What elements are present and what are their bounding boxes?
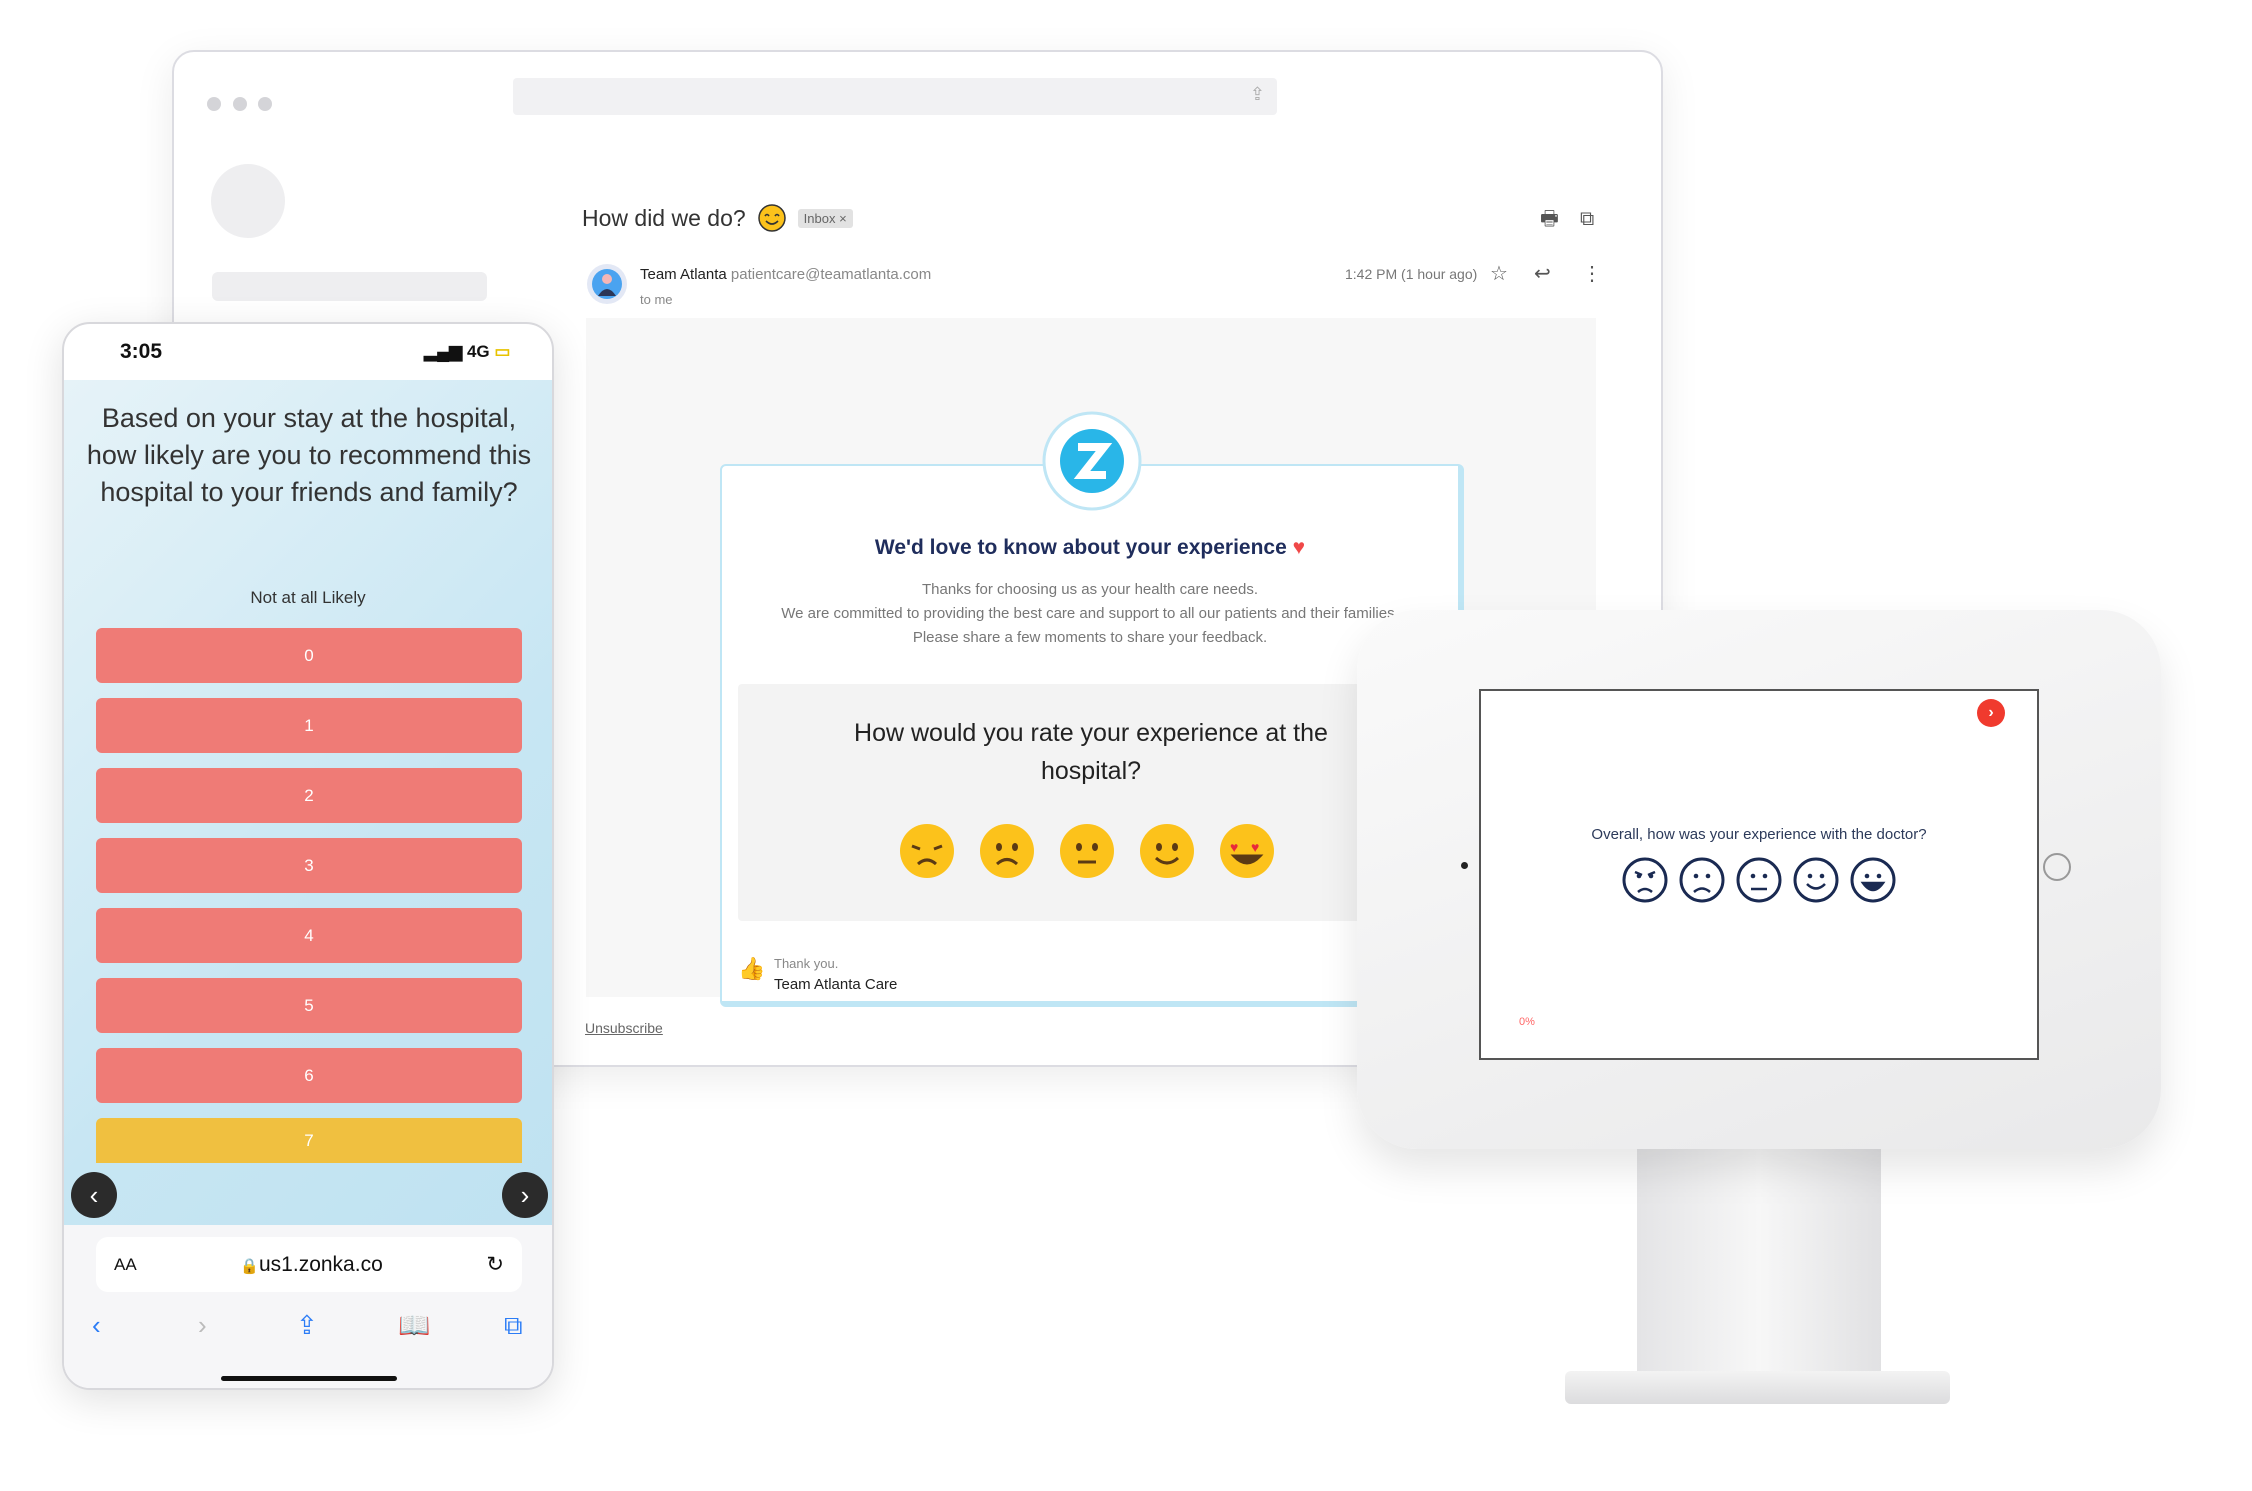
text-size-button[interactable]: AA	[114, 1255, 137, 1275]
nps-option-0[interactable]: 0	[96, 628, 522, 683]
emoji-rating: ♥ ♥	[898, 822, 1276, 880]
kiosk-next-button[interactable]: ›	[1977, 699, 2005, 727]
thumbs-up-icon: 👍	[738, 956, 766, 981]
kiosk-tablet: › Overall, how was your experience with …	[1357, 610, 2161, 1149]
signature: Team Atlanta Care	[774, 976, 898, 993]
previous-button[interactable]: ‹	[71, 1172, 117, 1218]
status-indicators: ▂▄▆ 4G ▭	[424, 342, 511, 361]
kiosk-stand	[1637, 1149, 1881, 1374]
nps-option-1[interactable]: 1	[96, 698, 522, 753]
face-sad-icon[interactable]	[1678, 856, 1726, 904]
browser-toolbar: AA 🔒us1.zonka.co ↻ ‹ › ⇪ 📖 ⧉	[64, 1225, 552, 1388]
address-bar[interactable]: ⇪	[513, 78, 1277, 115]
print-icon[interactable]: 🖶	[1540, 209, 1559, 229]
home-button[interactable]	[2043, 853, 2071, 881]
survey-card: We'd love to know about your experience …	[720, 464, 1464, 1007]
url-field[interactable]: AA 🔒us1.zonka.co ↻	[96, 1237, 522, 1292]
progress-label: 0%	[1519, 1016, 1535, 1028]
lock-icon: 🔒	[240, 1257, 259, 1275]
sender-avatar	[587, 264, 627, 304]
email-subject: How did we do? Inbox ×	[582, 204, 853, 232]
tabs-icon[interactable]: ⧉	[504, 1310, 523, 1342]
reload-icon[interactable]: ↻	[486, 1252, 504, 1277]
url: 🔒us1.zonka.co	[240, 1252, 383, 1276]
face-angry-icon[interactable]	[1621, 856, 1669, 904]
timestamp: 1:42 PM (1 hour ago)	[1345, 266, 1478, 282]
inbox-badge[interactable]: Inbox ×	[797, 208, 853, 228]
star-icon[interactable]: ☆	[1490, 264, 1508, 284]
window-dot	[207, 97, 221, 111]
phone-question: Based on your stay at the hospital, how …	[86, 403, 532, 507]
window-dot	[258, 97, 272, 111]
next-button[interactable]: ›	[502, 1172, 548, 1218]
heart-icon: ♥	[1292, 536, 1306, 559]
face-happy-icon[interactable]	[1792, 856, 1840, 904]
sender: Team Atlanta patientcare@teamatlanta.com	[640, 266, 932, 283]
window-dot	[233, 97, 247, 111]
emoji-weary-icon[interactable]	[898, 822, 956, 880]
reply-icon[interactable]: ↩	[1534, 264, 1551, 284]
mobile-phone: 3:05 ▂▄▆ 4G ▭ Based on your stay at the …	[62, 322, 554, 1390]
nps-option-4[interactable]: 4	[96, 908, 522, 963]
open-in-new-icon[interactable]: ⧉	[1580, 209, 1594, 229]
kiosk-question: Overall, how was your experience with th…	[1591, 826, 1927, 843]
emoji-frowning-icon[interactable]	[978, 822, 1036, 880]
svg-text:♥: ♥	[1230, 839, 1238, 855]
avatar-placeholder	[211, 164, 285, 238]
signal-icon: ▂▄▆	[424, 342, 463, 361]
recipient: to me	[640, 292, 673, 307]
nps-option-2[interactable]: 2	[96, 768, 522, 823]
question-box: How would you rate your experience at th…	[738, 684, 1444, 921]
nps-option-5[interactable]: 5	[96, 978, 522, 1033]
unsubscribe-link[interactable]: Unsubscribe	[585, 1020, 663, 1036]
email-question: How would you rate your experience at th…	[854, 719, 1328, 785]
signoff: Thank you.	[774, 956, 839, 971]
emoji-heart-eyes-icon[interactable]: ♥ ♥	[1218, 822, 1276, 880]
emoji-neutral-icon[interactable]	[1058, 822, 1116, 880]
zonka-logo	[1042, 411, 1142, 511]
kiosk-base	[1565, 1371, 1950, 1404]
face-neutral-icon[interactable]	[1735, 856, 1783, 904]
scale-label: Not at all Likely	[250, 588, 366, 607]
battery-icon: ▭	[494, 342, 511, 361]
camera-dot	[1461, 862, 1468, 869]
smile-emoji-icon	[757, 204, 786, 232]
card-title: We'd love to know about your experience …	[874, 536, 1306, 559]
forward-icon[interactable]: ›	[198, 1310, 207, 1341]
nps-option-6[interactable]: 6	[96, 1048, 522, 1103]
nps-option-7[interactable]: 7	[96, 1118, 522, 1163]
face-very-happy-icon[interactable]	[1849, 856, 1897, 904]
status-time: 3:05	[120, 340, 163, 363]
bookmarks-icon[interactable]: 📖	[398, 1310, 430, 1341]
share-icon[interactable]: ⇪	[1250, 85, 1265, 103]
card-text: Thanks for choosing us as your health ca…	[781, 581, 1399, 646]
nps-option-3[interactable]: 3	[96, 838, 522, 893]
share-icon[interactable]: ⇪	[296, 1310, 318, 1341]
kiosk-face-rating	[1481, 856, 2037, 904]
more-options-icon[interactable]: ⋮	[1582, 264, 1602, 284]
emoji-slightly-smiling-icon[interactable]	[1138, 822, 1196, 880]
kiosk-screen: › Overall, how was your experience with …	[1479, 689, 2039, 1060]
svg-text:♥: ♥	[1251, 839, 1259, 855]
home-indicator	[221, 1376, 397, 1381]
back-icon[interactable]: ‹	[92, 1310, 101, 1341]
placeholder-bar	[212, 272, 487, 301]
